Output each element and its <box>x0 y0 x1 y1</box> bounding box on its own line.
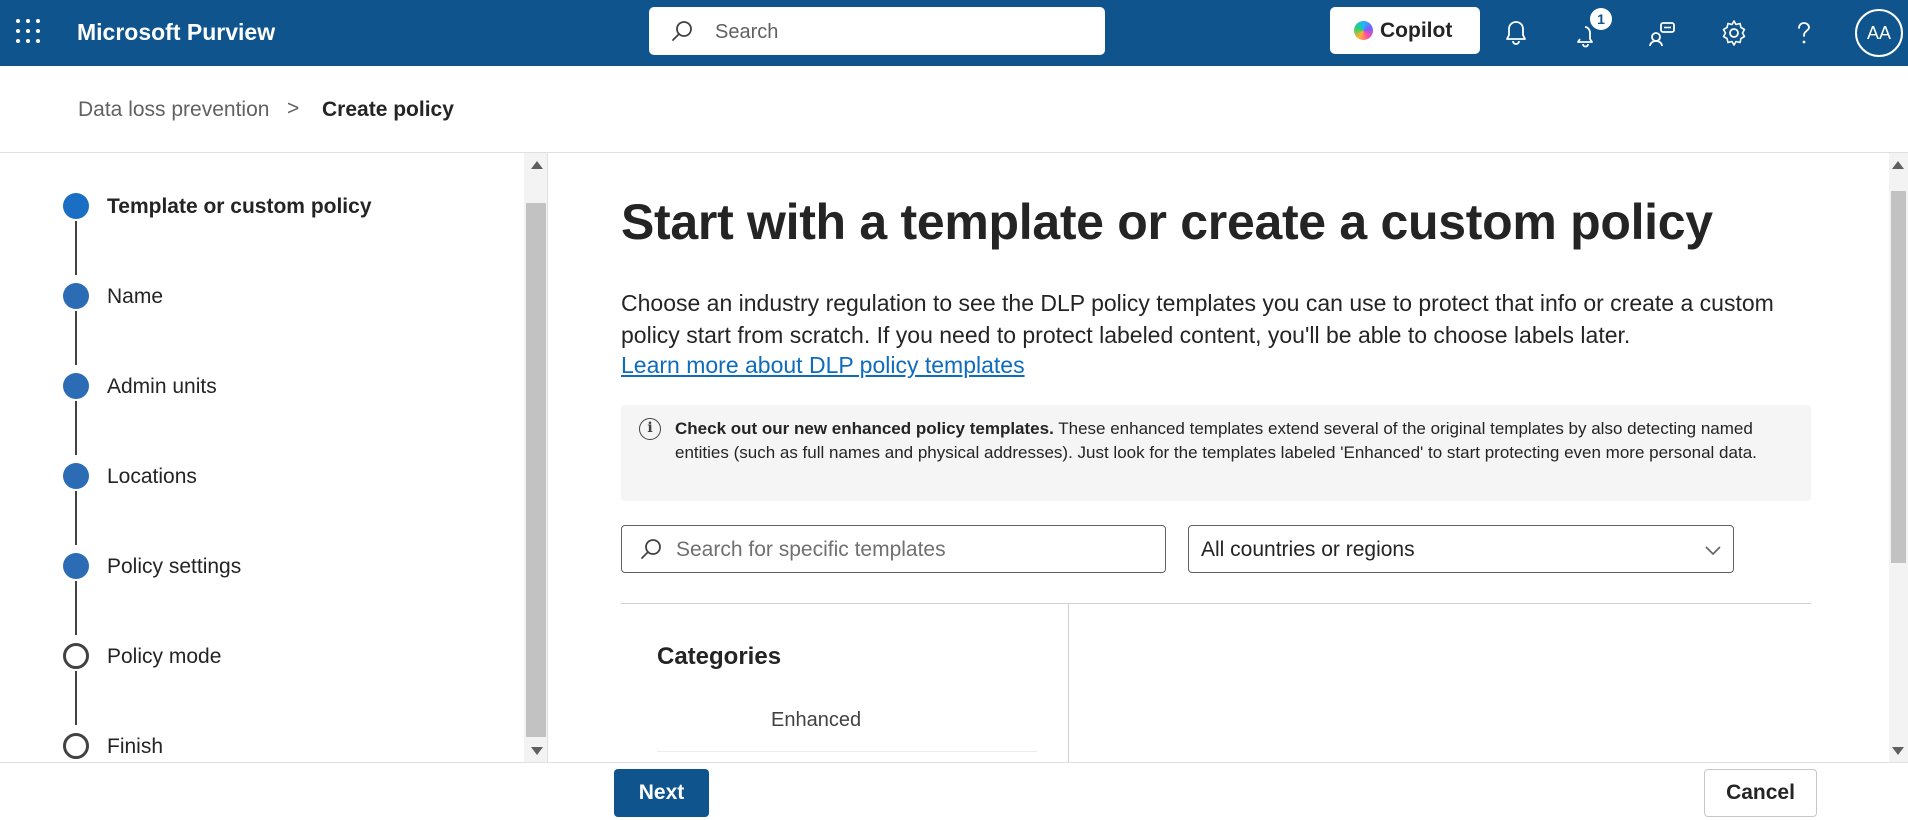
page-title: Start with a template or create a custom… <box>621 194 1713 250</box>
step-connector <box>75 401 77 455</box>
search-icon <box>672 21 692 41</box>
step-completed-icon <box>63 373 89 399</box>
copilot-icon <box>1354 21 1373 40</box>
step-label: Template or custom policy <box>107 195 372 218</box>
region-selected-value: All countries or regions <box>1201 538 1415 561</box>
step-completed-icon <box>63 553 89 579</box>
scroll-up-icon[interactable] <box>531 161 543 169</box>
next-button[interactable]: Next <box>614 769 709 817</box>
main-content: Start with a template or create a custom… <box>549 153 1908 763</box>
app-launcher-icon[interactable] <box>16 19 40 43</box>
search-placeholder: Search <box>715 21 779 43</box>
step-policy-settings[interactable]: Policy settings <box>0 553 500 583</box>
breadcrumb-item-dlp[interactable]: Data loss prevention <box>78 98 269 122</box>
step-connector <box>75 221 77 275</box>
info-icon: i <box>639 418 661 440</box>
step-name[interactable]: Name <box>0 283 500 313</box>
wizard-footer: Next Cancel <box>0 762 1908 820</box>
step-policy-mode[interactable]: Policy mode <box>0 643 500 673</box>
step-pending-icon <box>63 733 89 759</box>
step-label: Policy settings <box>107 555 242 578</box>
feedback-icon[interactable] <box>1646 17 1678 49</box>
copilot-label: Copilot <box>1380 19 1453 42</box>
avatar[interactable]: AA <box>1855 9 1903 57</box>
scrollbar-thumb[interactable] <box>1891 191 1906 563</box>
step-admin-units[interactable]: Admin units <box>0 373 500 403</box>
info-banner-bold: Check out our new enhanced policy templa… <box>675 419 1054 438</box>
help-icon[interactable] <box>1788 17 1820 49</box>
divider <box>621 603 1811 604</box>
scroll-up-icon[interactable] <box>1892 161 1904 169</box>
global-search-input[interactable]: Search <box>649 7 1105 55</box>
wizard-stepper: Template or custom policy Name Admin uni… <box>0 153 548 763</box>
categories-heading: Categories <box>657 643 782 670</box>
divider <box>1068 604 1069 763</box>
step-completed-icon <box>63 463 89 489</box>
step-connector <box>75 581 77 635</box>
step-template-or-custom-policy[interactable]: Template or custom policy <box>0 193 500 223</box>
step-label: Finish <box>107 735 164 758</box>
scroll-down-icon[interactable] <box>531 747 543 755</box>
region-dropdown[interactable]: All countries or regions <box>1188 525 1734 573</box>
step-locations[interactable]: Locations <box>0 463 500 493</box>
learn-more-link[interactable]: Learn more about DLP policy templates <box>621 352 1025 379</box>
step-pending-icon <box>63 643 89 669</box>
template-search-placeholder: Search for specific templates <box>676 538 946 561</box>
step-label: Name <box>107 285 164 308</box>
info-banner-text: Check out our new enhanced policy templa… <box>675 417 1785 465</box>
step-finish[interactable]: Finish <box>0 733 500 763</box>
chevron-down-icon <box>1705 546 1721 556</box>
step-current-icon <box>63 193 89 219</box>
step-connector <box>75 671 77 725</box>
step-connector <box>75 491 77 545</box>
cancel-button[interactable]: Cancel <box>1704 769 1817 817</box>
stepper-scrollbar[interactable] <box>524 153 547 763</box>
step-label: Admin units <box>107 375 217 398</box>
divider <box>657 751 1037 752</box>
step-label: Policy mode <box>107 645 222 668</box>
gear-icon[interactable] <box>1718 17 1750 49</box>
category-item-enhanced[interactable]: Enhanced <box>771 709 861 732</box>
copilot-button[interactable]: Copilot <box>1330 7 1480 54</box>
bell-icon[interactable] <box>1500 17 1532 49</box>
top-bar: Microsoft Purview Search Copilot 1 AA <box>0 0 1908 66</box>
breadcrumb-item-create-policy: Create policy <box>322 98 454 121</box>
step-completed-icon <box>63 283 89 309</box>
scroll-down-icon[interactable] <box>1892 747 1904 755</box>
step-label: Locations <box>107 465 197 488</box>
notification-badge: 1 <box>1590 8 1612 30</box>
page-description: Choose an industry regulation to see the… <box>621 290 1774 348</box>
info-banner: i Check out our new enhanced policy temp… <box>621 405 1811 501</box>
app-title[interactable]: Microsoft Purview <box>77 19 275 46</box>
template-search-input[interactable]: Search for specific templates <box>621 525 1166 573</box>
main-scrollbar[interactable] <box>1889 153 1908 763</box>
search-icon <box>641 539 661 559</box>
chevron-right-icon: > <box>287 97 300 120</box>
step-connector <box>75 311 77 365</box>
scrollbar-thumb[interactable] <box>526 203 546 737</box>
breadcrumb: Data loss prevention > Create policy <box>0 66 1908 153</box>
